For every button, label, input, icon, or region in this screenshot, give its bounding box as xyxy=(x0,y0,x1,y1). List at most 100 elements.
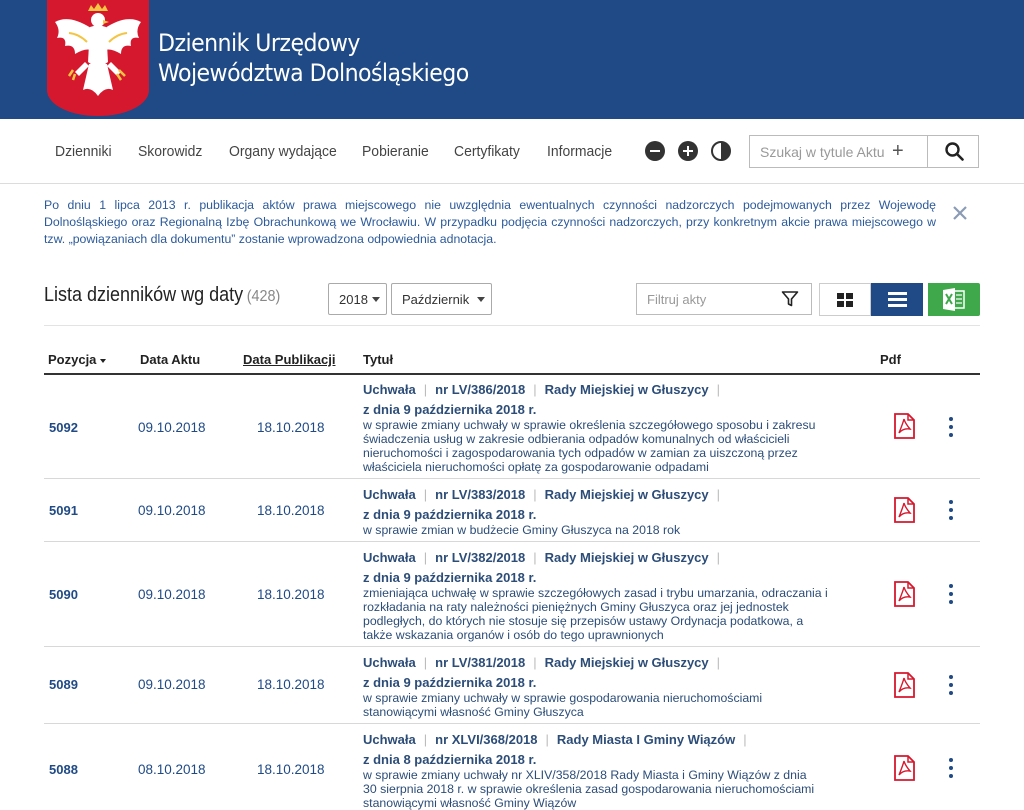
table-row: 5091 09.10.2018 18.10.2018 Uchwała | nr LV… xyxy=(44,480,980,542)
row-title: Uchwała | nr LV/383/2018 | Rady Miejskiej w … xyxy=(363,487,871,537)
act-body-link[interactable]: Rady Miejskiej w Głuszycy xyxy=(545,382,709,397)
list-icon xyxy=(888,292,907,307)
row-act-date: 08.10.2018 xyxy=(138,762,206,777)
table-row: 5090 09.10.2018 18.10.2018 Uchwała | nr LV… xyxy=(44,543,980,647)
act-type-link[interactable]: Uchwała xyxy=(363,487,416,502)
divider xyxy=(44,325,980,326)
column-header-position[interactable]: Pozycja xyxy=(48,352,106,367)
zoom-in-icon[interactable] xyxy=(678,141,698,161)
nav-item-informacje[interactable]: Informacje xyxy=(547,143,612,160)
site-header: Dziennik Urzędowy Województwa Dolnośląsk… xyxy=(0,0,1024,119)
filter-box xyxy=(636,283,812,315)
desc-line: stanowiącymi własność Gminy Wiązów xyxy=(363,796,577,810)
row-pub-date: 18.10.2018 xyxy=(257,587,325,602)
row-title: Uchwała | nr LV/382/2018 | Rady Miejskiej w … xyxy=(363,550,871,642)
month-select[interactable]: Październik xyxy=(391,283,492,315)
column-header-act-date[interactable]: Data Aktu xyxy=(140,352,200,367)
nav-item-pobieranie[interactable]: Pobieranie xyxy=(362,143,429,160)
desc-line: nieruchomości i zagospodarowania tych od… xyxy=(363,446,798,460)
column-header-pub-date[interactable]: Data Publikacji xyxy=(243,352,335,367)
desc-line: właściciela nieruchomości opłatę za gosp… xyxy=(363,460,709,474)
act-body-link[interactable]: Rady Miejskiej w Głuszycy xyxy=(545,550,709,565)
desc-line: także wskazania organów i osób do tego u… xyxy=(363,628,664,642)
pdf-icon[interactable] xyxy=(893,672,915,698)
close-icon[interactable] xyxy=(950,203,970,223)
act-number-link[interactable]: nr XLVI/368/2018 xyxy=(435,732,537,747)
row-pub-date: 18.10.2018 xyxy=(257,677,325,692)
polish-eagle-emblem[interactable] xyxy=(47,0,149,116)
main-nav: Dzienniki Skorowidz Organy wydające Pobi… xyxy=(0,119,1024,184)
row-title: Uchwała | nr XLVI/368/2018 | Rady Miasta I G… xyxy=(363,732,871,810)
filter-icon[interactable] xyxy=(781,290,799,308)
act-description[interactable]: w sprawie zmiany uchwały w sprawie gospo… xyxy=(363,691,871,719)
more-options-icon[interactable] xyxy=(946,675,956,697)
eagle-icon xyxy=(55,3,141,96)
pdf-icon[interactable] xyxy=(893,581,915,607)
act-date-line: z dnia 9 października 2018 r. xyxy=(363,402,537,417)
act-type-link[interactable]: Uchwała xyxy=(363,732,416,747)
act-description[interactable]: w sprawie zmiany uchwały w sprawie okreś… xyxy=(363,418,871,474)
contrast-icon[interactable] xyxy=(711,141,731,161)
pdf-icon[interactable] xyxy=(893,755,915,781)
act-type-link[interactable]: Uchwała xyxy=(363,382,416,397)
search-plus-icon[interactable]: + xyxy=(892,141,904,161)
act-number-link[interactable]: nr LV/386/2018 xyxy=(435,382,525,397)
zoom-out-icon[interactable] xyxy=(645,141,665,161)
act-description[interactable]: w sprawie zmian w budżecie Gminy Głuszyc… xyxy=(363,523,871,537)
site-title-line-1: Dziennik Urzędowy xyxy=(158,29,360,57)
desc-line: świadczenia usług w zakresie odbierania … xyxy=(363,432,790,446)
act-number-link[interactable]: nr LV/381/2018 xyxy=(435,655,525,670)
desc-line: zmieniająca uchwałę w sprawie szczegółow… xyxy=(363,586,828,600)
act-body-link[interactable]: Rady Miejskiej w Głuszycy xyxy=(545,655,709,670)
act-number-link[interactable]: nr LV/382/2018 xyxy=(435,550,525,565)
row-position[interactable]: 5092 xyxy=(49,420,78,435)
grid-view-button[interactable] xyxy=(819,283,871,316)
site-title[interactable]: Dziennik Urzędowy Województwa Dolnośląsk… xyxy=(158,28,469,88)
act-body-link[interactable]: Rady Miejskiej w Głuszycy xyxy=(545,487,709,502)
more-options-icon[interactable] xyxy=(946,417,956,439)
act-type-link[interactable]: Uchwała xyxy=(363,550,416,565)
act-date-line: z dnia 8 października 2018 r. xyxy=(363,752,537,767)
desc-line: stanowiącymi własność Gminy Głuszyca xyxy=(363,705,584,719)
row-position[interactable]: 5088 xyxy=(49,762,78,777)
nav-item-dzienniki[interactable]: Dzienniki xyxy=(55,143,112,160)
act-type-link[interactable]: Uchwała xyxy=(363,655,416,670)
nav-item-organy-wydajace[interactable]: Organy wydające xyxy=(229,143,337,160)
more-options-icon[interactable] xyxy=(946,500,956,522)
more-options-icon[interactable] xyxy=(946,758,956,780)
table-row: 5092 09.10.2018 18.10.2018 Uchwała | nr LV… xyxy=(44,375,980,479)
act-description[interactable]: w sprawie zmiany uchwały nr XLIV/358/201… xyxy=(363,768,871,810)
desc-line: podległych, do których nie stosuje się p… xyxy=(363,614,804,628)
nav-item-skorowidz[interactable]: Skorowidz xyxy=(138,143,202,160)
act-date-line: z dnia 9 października 2018 r. xyxy=(363,675,537,690)
list-count: (428) xyxy=(246,288,281,305)
row-act-date: 09.10.2018 xyxy=(138,587,206,602)
column-header-title: Tytuł xyxy=(363,352,394,367)
desc-line: rozkładania na raty należności pieniężny… xyxy=(363,600,789,614)
row-meta: Uchwała | nr LV/383/2018 | Rady Miejskiej w … xyxy=(363,487,721,502)
row-pub-date: 18.10.2018 xyxy=(257,420,325,435)
row-position[interactable]: 5091 xyxy=(49,503,78,518)
table-row: 5088 08.10.2018 18.10.2018 Uchwała | nr XL… xyxy=(44,725,980,810)
pdf-icon[interactable] xyxy=(893,413,915,439)
search-button[interactable] xyxy=(927,135,980,168)
row-position[interactable]: 5089 xyxy=(49,677,78,692)
row-position[interactable]: 5090 xyxy=(49,587,78,602)
excel-icon xyxy=(943,288,965,311)
act-description[interactable]: zmieniająca uchwałę w sprawie szczegółow… xyxy=(363,586,871,642)
excel-export-button[interactable] xyxy=(928,283,980,316)
row-meta: Uchwała | nr LV/381/2018 | Rady Miejskiej w … xyxy=(363,655,721,670)
row-pub-date: 18.10.2018 xyxy=(257,503,325,518)
more-options-icon[interactable] xyxy=(946,584,956,606)
search-input[interactable] xyxy=(750,136,900,167)
nav-item-certyfikaty[interactable]: Certyfikaty xyxy=(454,143,520,160)
column-header-pdf: Pdf xyxy=(880,352,901,367)
filter-input[interactable] xyxy=(637,284,777,314)
desc-line: w sprawie zmiany uchwały nr XLIV/358/201… xyxy=(363,768,807,782)
list-view-button[interactable] xyxy=(871,283,923,316)
pdf-icon[interactable] xyxy=(893,497,915,523)
act-body-link[interactable]: Rady Miasta I Gminy Wiązów xyxy=(557,732,735,747)
year-select[interactable]: 2018 xyxy=(328,283,387,315)
act-number-link[interactable]: nr LV/383/2018 xyxy=(435,487,525,502)
desc-line: w sprawie zmiany uchwały w sprawie okreś… xyxy=(363,418,816,432)
